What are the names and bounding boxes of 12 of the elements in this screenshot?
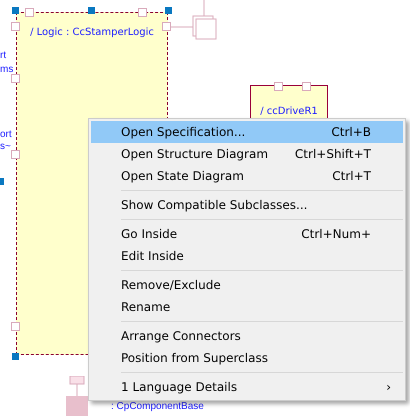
- shortcut-label: Ctrl+Shift+T: [294, 146, 372, 163]
- shortcut-label: Ctrl+Num+: [301, 226, 372, 243]
- submenu-arrow-icon: ›: [386, 378, 393, 396]
- diagram-label: rt: [0, 49, 6, 63]
- diagram-label: : CpComponentBase: [111, 400, 204, 414]
- diagram-label: s~: [0, 140, 11, 154]
- shortcut-label: Ctrl+B: [331, 124, 372, 141]
- diagram-label: ms: [0, 63, 14, 77]
- part-label: / ccDriveR1: [260, 106, 318, 117]
- part-label: / Logic : CcStamperLogic: [30, 27, 154, 38]
- diagram-label: ort: [0, 128, 12, 142]
- shortcut-label: Ctrl+T: [332, 168, 372, 185]
